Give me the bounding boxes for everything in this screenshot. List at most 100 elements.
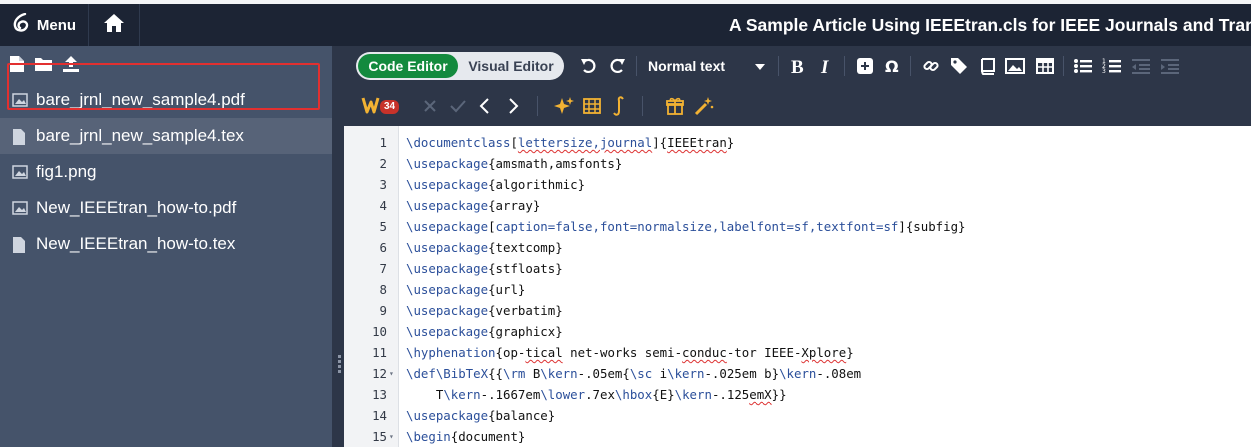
line-code: \usepackage{graphicx} [406,324,563,339]
overleaf-logo-icon [12,12,30,38]
file-toolbar [0,46,332,82]
redo-icon[interactable] [605,54,629,78]
toolbar-separator [642,96,643,116]
editor-mode-toggle: Code Editor Visual Editor [356,52,564,80]
line-code: \usepackage{textcomp} [406,240,563,255]
symbol-omega-icon[interactable]: Ω [880,54,904,78]
insert-image-icon[interactable] [1003,54,1027,78]
code-line[interactable]: 10 \usepackage{graphicx} [344,321,1251,342]
outdent-icon[interactable] [1129,54,1153,78]
svg-text:3: 3 [1102,68,1106,75]
toolbar-separator [537,96,538,116]
file-item-png[interactable]: fig1.png [0,154,332,190]
code-line[interactable]: 3 \usepackage{algorithmic} [344,174,1251,195]
line-number: 6 [379,240,387,255]
file-item-howto-pdf[interactable]: New_IEEEtran_how-to.pdf [0,190,332,226]
line-number: 15 [372,429,387,444]
book-icon[interactable] [975,54,999,78]
project-title: A Sample Article Using IEEEtran.cls for … [729,15,1251,35]
code-line[interactable]: 8 \usepackage{url} [344,279,1251,300]
undo-icon[interactable] [577,54,601,78]
table-generator-icon[interactable] [580,94,604,118]
line-number: 14 [372,408,387,423]
code-line[interactable]: 1 \documentclass[lettersize,journal]{IEEE… [344,132,1251,153]
toolbar-separator [636,56,637,76]
table-icon[interactable] [1033,54,1057,78]
top-bar: Menu A Sample Article Using IEEEtran.cls… [0,4,1251,46]
file-icon [12,237,28,253]
new-file-icon[interactable] [9,55,25,73]
line-code: \usepackage{algorithmic} [406,177,586,192]
line-number: 12 [372,366,387,381]
indent-icon[interactable] [1158,54,1182,78]
line-code: \usepackage{url} [406,282,526,297]
bold-icon[interactable]: B [786,54,810,78]
text-style-select[interactable]: Normal text [648,55,768,77]
toolbar-separator [1063,56,1064,76]
writing-tools-bar: 34 [344,86,1251,126]
new-folder-icon[interactable] [34,56,53,72]
visual-editor-tab[interactable]: Visual Editor [460,54,562,78]
reject-icon[interactable] [418,94,442,118]
sparkles-icon[interactable] [552,94,576,118]
code-line[interactable]: 13 T\kern-.1667em\lower.7ex\hbox{E}\kern… [344,384,1251,405]
file-item-tex[interactable]: bare_jrnl_new_sample4.tex [0,118,332,154]
math-icon[interactable] [853,54,877,78]
line-number: 1 [379,135,387,150]
svg-text:Ω: Ω [885,57,899,75]
next-icon[interactable] [501,94,525,118]
code-line[interactable]: 2 \usepackage{amsmath,amsfonts} [344,153,1251,174]
code-line[interactable]: 12 ▾ \def\BibTeX{{\rm B\kern-.05em{\sc i\k… [344,363,1251,384]
line-number: 2 [379,156,387,171]
line-number: 13 [372,387,387,402]
line-number: 8 [379,282,387,297]
fold-arrow-icon[interactable]: ▾ [389,363,394,384]
code-line[interactable]: 9 \usepackage{verbatim} [344,300,1251,321]
code-editor[interactable]: 1 \documentclass[lettersize,journal]{IEEE… [344,126,1251,447]
gift-icon[interactable] [663,94,687,118]
italic-icon[interactable]: I [814,54,838,78]
code-editor-tab[interactable]: Code Editor [358,54,458,78]
line-code: \usepackage{amsmath,amsfonts} [406,156,623,171]
line-code: \usepackage{balance} [406,408,556,423]
code-line[interactable]: 7 \usepackage{stfloats} [344,258,1251,279]
magic-wand-icon[interactable] [692,94,716,118]
pane-splitter[interactable] [332,46,344,447]
code-line[interactable]: 5 \usepackage[caption=false,font=normalsi… [344,216,1251,237]
menu-button[interactable]: Menu [0,4,89,46]
code-line[interactable]: 11 \hyphenation{op-tical net-works semi-c… [344,342,1251,363]
home-icon [103,13,125,38]
file-item-howto-tex[interactable]: New_IEEEtran_how-to.tex [0,226,332,262]
file-item-pdf[interactable]: bare_jrnl_new_sample4.pdf [0,82,332,118]
code-line[interactable]: 4 \usepackage{array} [344,195,1251,216]
code-line[interactable]: 15 ▾ \begin{document} [344,426,1251,447]
svg-text:I: I [820,57,829,75]
splitter-grip-icon[interactable] [338,355,341,375]
accept-icon[interactable] [446,94,470,118]
previous-icon[interactable] [473,94,497,118]
line-code: \documentclass[lettersize,journal]{IEEEt… [406,135,735,150]
image-icon [12,201,28,215]
line-number: 10 [372,324,387,339]
file-name: fig1.png [36,162,97,181]
link-icon[interactable] [919,54,943,78]
fold-arrow-icon[interactable]: ▾ [389,426,394,447]
line-code: \hyphenation{op-tical net-works semi-con… [406,345,854,360]
line-code: \usepackage[caption=false,font=normalsiz… [406,219,966,234]
upload-icon[interactable] [62,55,80,73]
code-line[interactable]: 14 \usepackage{balance} [344,405,1251,426]
numbered-list-icon[interactable]: 123 [1100,54,1124,78]
code-line[interactable]: 6 \usepackage{textcomp} [344,237,1251,258]
editor-toolbar: Code Editor Visual Editor Normal text B … [344,46,1251,86]
bullet-list-icon[interactable] [1071,54,1095,78]
file-name: New_IEEEtran_how-to.tex [36,234,236,253]
line-number: 7 [379,261,387,276]
tag-icon[interactable] [947,54,971,78]
image-icon [12,165,28,179]
equation-generator-icon[interactable] [607,94,631,118]
file-list: bare_jrnl_new_sample4.pdf bare_jrnl_new_… [0,82,332,262]
line-number: 4 [379,198,387,213]
line-number: 3 [379,177,387,192]
file-icon [12,129,28,145]
home-button[interactable] [89,4,140,46]
